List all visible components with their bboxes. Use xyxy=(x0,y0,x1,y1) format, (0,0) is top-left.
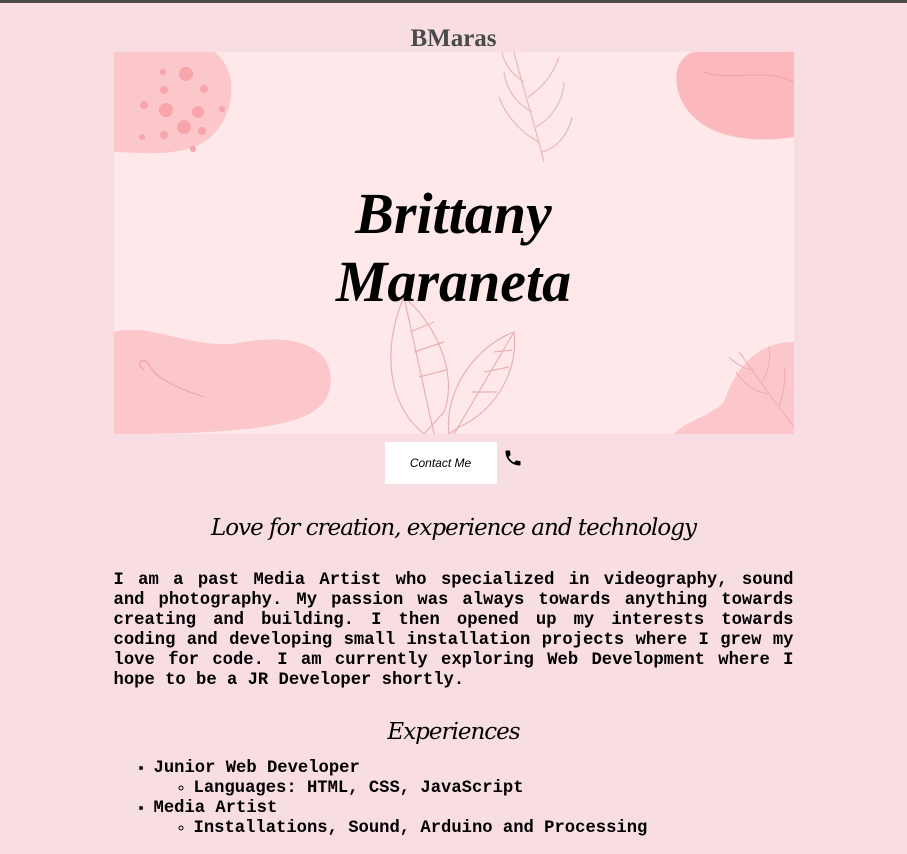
experience-item: Media Artist Installations, Sound, Ardui… xyxy=(154,799,794,839)
phone-icon[interactable] xyxy=(503,448,523,468)
experience-title: Junior Web Developer xyxy=(153,759,360,778)
contact-row: Contact Me xyxy=(0,442,907,484)
contact-me-button[interactable]: Contact Me xyxy=(384,442,497,484)
about-heading: Love for creation, experience and techno… xyxy=(211,515,697,541)
hero-banner: Brittany Maraneta xyxy=(113,52,794,434)
experience-item: Junior Web Developer Languages: HTML, CS… xyxy=(154,759,794,799)
site-title[interactable]: BMaras xyxy=(0,3,907,52)
experience-title: Media Artist xyxy=(153,799,278,818)
experience-detail: Languages: HTML, CSS, JavaScript xyxy=(194,779,794,799)
first-name: Brittany xyxy=(355,181,552,246)
experiences-heading: Experiences xyxy=(387,719,520,745)
last-name: Maraneta xyxy=(335,249,572,314)
experience-detail: Installations, Sound, Arduino and Proces… xyxy=(194,819,794,839)
experiences-list: Junior Web Developer Languages: HTML, CS… xyxy=(114,759,794,839)
about-text: I am a past Media Artist who specialized… xyxy=(113,571,794,690)
hero-name: Brittany Maraneta xyxy=(114,180,794,316)
